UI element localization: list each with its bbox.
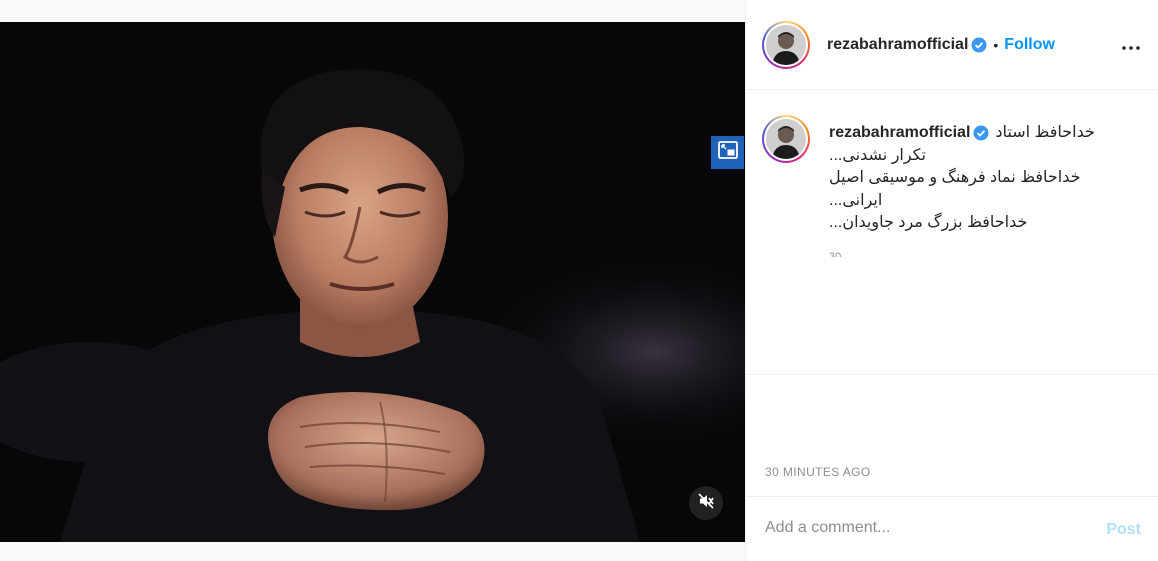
mute-toggle-button[interactable]: [689, 486, 723, 520]
bottom-background-strip: [0, 542, 745, 561]
caption-time-partial: 30: [829, 251, 842, 257]
verified-badge-icon: [971, 37, 987, 53]
more-horizontal-icon: [1122, 37, 1140, 55]
caption-comments-area[interactable]: rezabahramofficial خداحافظ استاد تکرار ن…: [746, 91, 1158, 375]
caption-line: خداحافظ استاد: [995, 124, 1095, 141]
caption-line: خداحافظ بزرگ مرد جاویدان...: [829, 214, 1028, 231]
caption-username[interactable]: rezabahramofficial: [829, 122, 970, 145]
header-separator-dot: •: [993, 37, 999, 53]
more-options-button[interactable]: [1119, 34, 1143, 58]
header-name-row: rezabahramofficial • Follow: [827, 36, 1055, 54]
follow-button[interactable]: Follow: [1004, 36, 1055, 54]
post-photo: [0, 22, 745, 542]
post-comment-button[interactable]: Post: [1106, 521, 1141, 539]
caption-line: ایرانی...: [829, 191, 883, 209]
comment-bar: Post: [746, 496, 1158, 561]
top-background-strip: [0, 0, 745, 22]
caption-line: تکرار نشدنی...: [829, 146, 926, 164]
caption-text: rezabahramofficial خداحافظ استاد تکرار ن…: [829, 122, 1129, 235]
avatar-image: [766, 25, 806, 65]
post-media[interactable]: [0, 22, 745, 542]
picture-in-picture-button[interactable]: [711, 136, 744, 169]
post-header: rezabahramofficial • Follow: [746, 0, 1158, 90]
header-avatar[interactable]: [762, 21, 810, 69]
caption-avatar[interactable]: [762, 115, 810, 163]
post-side-panel: rezabahramofficial • Follow rezabahramof…: [745, 0, 1158, 561]
caption-line: خداحافظ نماد فرهنگ و موسیقی اصیل: [829, 169, 1081, 186]
comment-input[interactable]: [765, 519, 1085, 537]
avatar-image: [766, 119, 806, 159]
verified-badge-icon: [973, 125, 989, 141]
header-username[interactable]: rezabahramofficial: [827, 36, 968, 54]
post-timestamp[interactable]: 30 MINUTES AGO: [765, 465, 871, 479]
picture-in-picture-icon: [717, 141, 738, 164]
speaker-muted-icon: [698, 492, 714, 514]
